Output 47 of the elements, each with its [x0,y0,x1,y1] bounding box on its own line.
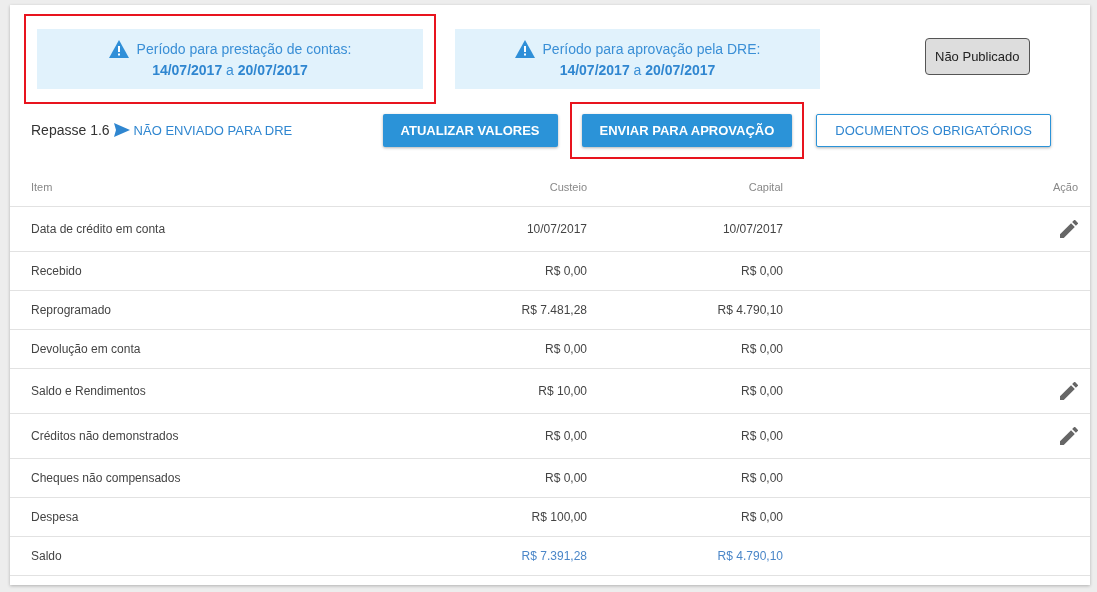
column-header: Custeio [387,168,587,207]
warning-icon [514,40,535,58]
action-button[interactable]: ATUALIZAR VALORES [382,113,558,147]
table-cell: R$ 4.790,10 [587,537,783,576]
table-cell: R$ 0,00 [587,459,783,498]
status-link[interactable]: NÃO ENVIADO PARA DRE [133,122,293,138]
table-cell: Data de crédito em conta [10,207,387,252]
table-cell: R$ 7.391,28 [387,537,587,576]
status-badge: Não Publicado [925,38,1030,75]
send-icon [113,123,130,137]
repasse-label: Repasse 1.6 [31,122,110,138]
table-cell: R$ 0,00 [587,414,783,459]
table-cell: R$ 0,00 [387,459,587,498]
notice-title: Período para aprovação pela DRE: [542,41,761,57]
edit-icon[interactable] [1060,427,1078,445]
table-cell: R$ 0,00 [587,330,783,369]
table-cell: Despesa [10,498,387,537]
column-header: Capital [587,168,783,207]
notice-title: Período para prestação de contas: [136,41,352,57]
action-button[interactable]: DOCUMENTOS OBRIGATÓRIOS [816,113,1051,147]
table-cell: R$ 0,00 [387,330,587,369]
table-cell: Cheques não compensados [10,459,387,498]
table-cell: R$ 0,00 [587,252,783,291]
notice-period: 14/07/2017 a 20/07/2017 [559,62,716,78]
table-cell: Saldo e Rendimentos [10,369,387,414]
table-cell: R$ 10,00 [387,369,587,414]
column-header: Item [10,168,387,207]
notice-period: 14/07/2017 a 20/07/2017 [152,62,308,78]
column-header: Ação [783,168,1090,207]
table-cell: R$ 0,00 [387,252,587,291]
table-cell: R$ 0,00 [387,414,587,459]
table-cell: 10/07/2017 [387,207,587,252]
table-cell: Recebido [10,252,387,291]
table-cell: Devolução em conta [10,330,387,369]
table-cell: Saldo [10,537,387,576]
table-cell: R$ 0,00 [587,498,783,537]
warning-icon [108,40,129,58]
table-cell: Reprogramado [10,291,387,330]
table-cell: R$ 7.481,28 [387,291,587,330]
table-cell: R$ 100,00 [387,498,587,537]
table-cell: R$ 0,00 [587,369,783,414]
table-cell: 10/07/2017 [587,207,783,252]
edit-icon[interactable] [1060,220,1078,238]
action-button[interactable]: ENVIAR PARA APROVAÇÃO [581,113,793,147]
edit-icon[interactable] [1060,382,1078,400]
table-cell: Créditos não demonstrados [10,414,387,459]
table-cell: R$ 4.790,10 [587,291,783,330]
